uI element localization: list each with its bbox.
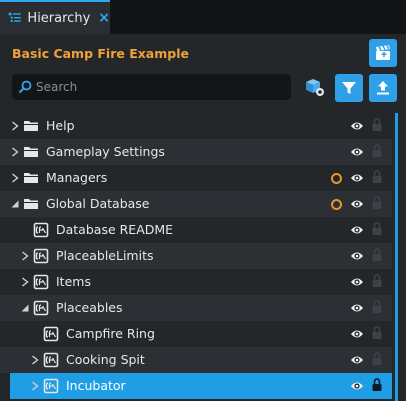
clapperboard-button[interactable]	[369, 39, 397, 67]
eye-icon[interactable]	[350, 250, 364, 262]
search-input[interactable]	[36, 80, 276, 94]
filter-icon	[342, 82, 356, 94]
script-icon	[33, 274, 49, 290]
tree-row[interactable]: Cooking Spit	[0, 347, 392, 373]
eye-icon[interactable]	[350, 120, 364, 132]
eye-icon[interactable]	[350, 354, 364, 366]
lock-icon[interactable]	[372, 144, 382, 157]
scrollbar[interactable]	[395, 113, 398, 401]
lock-icon[interactable]	[372, 222, 382, 235]
eye-icon[interactable]	[350, 302, 364, 314]
eye-icon[interactable]	[350, 198, 364, 210]
tree-row-label: Global Database	[46, 196, 150, 211]
search-field[interactable]	[12, 74, 291, 100]
eye-icon[interactable]	[350, 276, 364, 288]
tree-row[interactable]: Placeables	[0, 295, 392, 321]
chevron-right-icon[interactable]	[10, 121, 20, 131]
chevron-down-icon[interactable]	[10, 199, 20, 209]
tree-row-label: Campfire Ring	[66, 326, 155, 341]
folder-icon	[24, 199, 38, 209]
tree-row-label: Items	[56, 274, 91, 289]
upload-button[interactable]	[369, 74, 397, 102]
lock-icon[interactable]	[372, 352, 382, 365]
tree-row[interactable]: Incubator	[10, 373, 392, 399]
eye-icon[interactable]	[350, 224, 364, 236]
chevron-right-icon[interactable]	[10, 173, 20, 183]
tree-row-label: Database README	[56, 222, 174, 237]
tree-row-label: Cooking Spit	[66, 352, 145, 367]
script-icon	[43, 352, 59, 368]
lock-icon[interactable]	[372, 378, 382, 391]
lock-icon[interactable]	[372, 274, 382, 287]
filter-button[interactable]	[335, 74, 363, 102]
lock-icon[interactable]	[372, 300, 382, 313]
tree-row-label: Managers	[46, 170, 108, 185]
tree-row[interactable]: Campfire Ring	[0, 321, 392, 347]
panel-title: Basic Camp Fire Example	[12, 46, 189, 61]
tab-title: Hierarchy	[27, 10, 91, 26]
hierarchy-panel: Basic Camp Fire Example Search Help Game…	[0, 34, 406, 401]
close-icon[interactable]: ×	[98, 10, 110, 26]
tree-row-label: Placeables	[56, 300, 123, 315]
search-icon	[18, 80, 32, 94]
tree-row[interactable]: Help	[0, 113, 392, 139]
lock-icon[interactable]	[372, 196, 382, 209]
cube-icon[interactable]	[304, 76, 326, 98]
clapperboard-icon	[376, 45, 390, 60]
eye-icon[interactable]	[350, 172, 364, 184]
tab-hierarchy[interactable]: Hierarchy ×	[0, 0, 110, 34]
script-icon	[33, 248, 49, 264]
tree-row[interactable]: PlaceableLimits	[0, 243, 392, 269]
lock-icon[interactable]	[372, 248, 382, 261]
tree-row[interactable]: Items	[0, 269, 392, 295]
chevron-right-icon[interactable]	[20, 251, 30, 261]
folder-icon	[24, 147, 38, 157]
eye-icon[interactable]	[350, 328, 364, 340]
warning-dot	[331, 199, 342, 210]
chevron-right-icon[interactable]	[30, 355, 40, 365]
chevron-right-icon[interactable]	[20, 277, 30, 287]
script-icon	[43, 326, 59, 342]
script-icon	[33, 300, 49, 316]
eye-icon[interactable]	[350, 380, 364, 392]
folder-icon	[24, 173, 38, 183]
tab-bar: Hierarchy ×	[0, 0, 406, 34]
lock-icon[interactable]	[372, 170, 382, 183]
chevron-down-icon[interactable]	[20, 303, 30, 313]
chevron-right-icon[interactable]	[30, 381, 40, 391]
script-icon	[33, 222, 49, 238]
tree-row[interactable]: Database README	[0, 217, 392, 243]
chevron-right-icon[interactable]	[10, 147, 20, 157]
tree-row-label: Gameplay Settings	[46, 144, 165, 159]
tree-row-label: PlaceableLimits	[56, 248, 154, 263]
tree-row-label: Incubator	[66, 378, 126, 393]
tree-row[interactable]: Managers	[0, 165, 392, 191]
lock-icon[interactable]	[372, 118, 382, 131]
tree-row-label: Help	[46, 118, 75, 133]
tree-row[interactable]: Global Database	[0, 191, 392, 217]
upload-icon	[377, 81, 389, 95]
eye-icon[interactable]	[350, 146, 364, 158]
lock-icon[interactable]	[372, 326, 382, 339]
hierarchy-icon	[8, 12, 21, 23]
folder-icon	[24, 121, 38, 131]
warning-dot	[331, 173, 342, 184]
script-icon	[43, 378, 59, 394]
tree-row[interactable]: Gameplay Settings	[0, 139, 392, 165]
